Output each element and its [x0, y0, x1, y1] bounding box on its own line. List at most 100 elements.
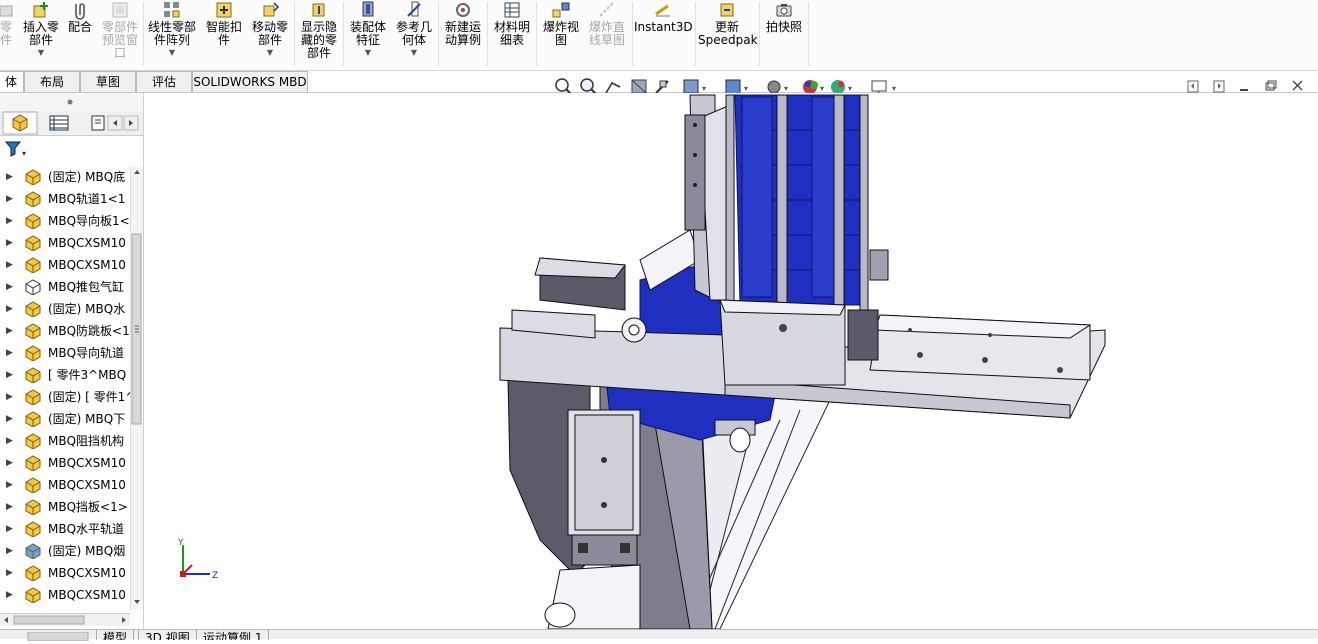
assembly-3d-model[interactable]: Y Z — [144, 93, 1318, 629]
expand-arrow-icon[interactable]: ▶ — [6, 254, 13, 276]
tree-vertical-scrollbar[interactable] — [130, 166, 143, 610]
tree-item[interactable]: ▶ (固定) MBQ底 — [0, 166, 130, 188]
section-view-icon[interactable] — [631, 79, 647, 94]
zoom-to-area-icon[interactable] — [580, 78, 597, 95]
tree-item[interactable]: ▶ MBQ水平轨道 — [0, 518, 130, 540]
tree-item[interactable]: ▶ MBQCXSM10 — [0, 474, 130, 496]
bill-of-materials-button[interactable]: 材料明 细表 — [490, 0, 534, 68]
show-hidden-components-button[interactable]: 显示隐 藏的零 部件 — [297, 0, 341, 68]
expand-arrow-icon[interactable]: ▶ — [6, 386, 13, 408]
feature-manager-tab-icon[interactable] — [2, 111, 38, 135]
tree-item[interactable]: ▶ MBQ阻挡机构 — [0, 430, 130, 452]
next-window-icon[interactable] — [1213, 80, 1225, 93]
expand-arrow-icon[interactable]: ▶ — [6, 518, 13, 540]
expand-arrow-icon[interactable]: ▶ — [6, 342, 13, 364]
expand-arrow-icon[interactable]: ▶ — [6, 320, 13, 342]
scroll-down-icon[interactable] — [134, 600, 140, 604]
tab-sketch[interactable]: 草图 — [80, 71, 136, 93]
expand-arrow-icon[interactable]: ▶ — [6, 276, 13, 298]
tree-item[interactable]: ▶ MBQCXSM10 — [0, 452, 130, 474]
expand-arrow-icon[interactable]: ▶ — [6, 474, 13, 496]
display-style-icon[interactable]: ▾ — [725, 79, 748, 95]
close-icon[interactable] — [1292, 80, 1303, 91]
expand-arrow-icon[interactable]: ▶ — [6, 584, 13, 606]
previous-view-icon[interactable] — [605, 81, 621, 94]
mate-button[interactable]: 配合 — [64, 0, 96, 68]
expand-arrow-icon[interactable]: ▶ — [6, 540, 13, 562]
component-preview-window-button[interactable]: 零部件 预览窗口 — [98, 0, 142, 68]
dropdown-arrow-icon[interactable]: ▼ — [145, 49, 199, 57]
new-motion-study-button[interactable]: 新建运 动算例 — [441, 0, 485, 68]
tree-item[interactable]: ▶ (固定) [ 零件1^ — [0, 386, 130, 408]
explode-line-sketch-button[interactable]: 爆炸直 线草图 — [585, 0, 629, 68]
expand-arrow-icon[interactable]: ▶ — [6, 430, 13, 452]
collapse-handle-icon[interactable] — [67, 99, 73, 105]
expand-arrow-icon[interactable]: ▶ — [6, 496, 13, 518]
tree-item[interactable]: ▶ MBQCXSM10 — [0, 562, 130, 584]
expand-arrow-icon[interactable]: ▶ — [6, 562, 13, 584]
tab-model[interactable]: 模型 — [96, 630, 135, 640]
expand-arrow-icon[interactable]: ▶ — [6, 232, 13, 254]
tab-assembly[interactable]: 体 — [0, 71, 24, 93]
move-component-button[interactable]: 移动零 部件 ▼ — [248, 0, 292, 68]
tree-item[interactable]: ▶ [ 零件3^MBQ — [0, 364, 130, 386]
assembly-features-button[interactable]: 装配体 特征 ▼ — [346, 0, 390, 68]
view-orientation-icon[interactable]: ▾ — [683, 79, 706, 94]
update-speedpak-button[interactable]: 更新 Speedpak — [698, 0, 758, 68]
exploded-view-button[interactable]: 爆炸视图 — [539, 0, 583, 68]
expand-arrow-icon[interactable]: ▶ — [6, 210, 13, 232]
configuration-manager-tab-icon[interactable] — [91, 115, 105, 131]
expand-arrow-icon[interactable]: ▶ — [6, 298, 13, 320]
tab-evaluate[interactable]: 评估 — [136, 71, 192, 93]
tree-item[interactable]: ▶ (固定) MBQ烟 — [0, 540, 130, 562]
scroll-tabs-right-icon[interactable] — [123, 115, 139, 131]
previous-window-icon[interactable] — [1187, 80, 1199, 93]
reference-geometry-button[interactable]: 参考几 何体 ▼ — [393, 0, 435, 68]
tree-item[interactable]: ▶ MBQ导向轨道 — [0, 342, 130, 364]
smart-fasteners-button[interactable]: 智能扣件 — [203, 0, 245, 68]
expand-arrow-icon[interactable]: ▶ — [6, 364, 13, 386]
tab-solidworks-mbd[interactable]: SOLIDWORKS MBD — [192, 71, 308, 93]
apply-scene-icon[interactable]: ▾ — [831, 80, 852, 94]
instant3d-button[interactable]: Instant3D — [634, 0, 693, 68]
scroll-up-icon[interactable] — [134, 170, 140, 174]
dropdown-arrow-icon[interactable]: ▼ — [20, 49, 62, 57]
expand-arrow-icon[interactable]: ▶ — [6, 166, 13, 188]
ribbon-partial-button[interactable]: 零件 — [0, 0, 16, 68]
tree-item[interactable]: ▶ MBQ防跳板<1 — [0, 320, 130, 342]
part-icon — [25, 323, 41, 339]
property-manager-tab-icon[interactable] — [49, 115, 69, 131]
edit-appearance-icon[interactable]: ▾ — [803, 80, 824, 94]
tab-3d-views[interactable]: 3D 视图 — [138, 630, 197, 640]
dynamic-annotation-icon[interactable] — [655, 80, 669, 94]
expand-arrow-icon[interactable]: ▶ — [6, 188, 13, 210]
expand-arrow-icon[interactable]: ▶ — [6, 408, 13, 430]
insert-components-button[interactable]: 插入零 部件 ▼ — [20, 0, 62, 68]
tree-item[interactable]: ▶ MBQ推包气缸 — [0, 276, 130, 298]
tab-motion-study-1[interactable]: 运动算例 1 — [196, 630, 270, 640]
dropdown-arrow-icon[interactable]: ▼ — [248, 49, 292, 57]
tree-item[interactable]: ▶ (固定) MBQ下 — [0, 408, 130, 430]
filter-icon[interactable]: ▾ — [0, 136, 40, 160]
tree-item[interactable]: ▶ MBQ轨道1<1 — [0, 188, 130, 210]
dropdown-arrow-icon[interactable]: ▼ — [346, 49, 390, 57]
expand-arrow-icon[interactable]: ▶ — [6, 452, 13, 474]
linear-component-pattern-button[interactable]: 线性零部 件阵列 ▼ — [145, 0, 199, 68]
bottom-tab-scroll-icons[interactable] — [0, 631, 96, 642]
tree-item[interactable]: ▶ MBQCXSM10 — [0, 254, 130, 276]
restore-icon[interactable] — [1265, 80, 1277, 91]
take-snapshot-button[interactable]: 拍快照 — [762, 0, 806, 68]
tree-item[interactable]: ▶ MBQ挡板<1> — [0, 496, 130, 518]
scroll-tabs-left-icon[interactable] — [107, 115, 123, 131]
zoom-to-fit-icon[interactable] — [555, 78, 572, 95]
hide-show-items-icon[interactable]: ▾ — [767, 80, 788, 94]
graphics-viewport[interactable]: Y Z — [144, 93, 1318, 629]
tree-item[interactable]: ▶ MBQCXSM10 — [0, 232, 130, 254]
tree-horizontal-scrollbar[interactable] — [0, 613, 130, 626]
dropdown-arrow-icon[interactable]: ▼ — [393, 49, 435, 57]
tree-item[interactable]: ▶ MBQ导向板1< — [0, 210, 130, 232]
tree-item[interactable]: ▶ MBQCXSM10 — [0, 584, 130, 606]
tab-layout[interactable]: 布局 — [24, 71, 80, 93]
tree-item[interactable]: ▶ (固定) MBQ水 — [0, 298, 130, 320]
ribbon-separator — [438, 2, 439, 66]
